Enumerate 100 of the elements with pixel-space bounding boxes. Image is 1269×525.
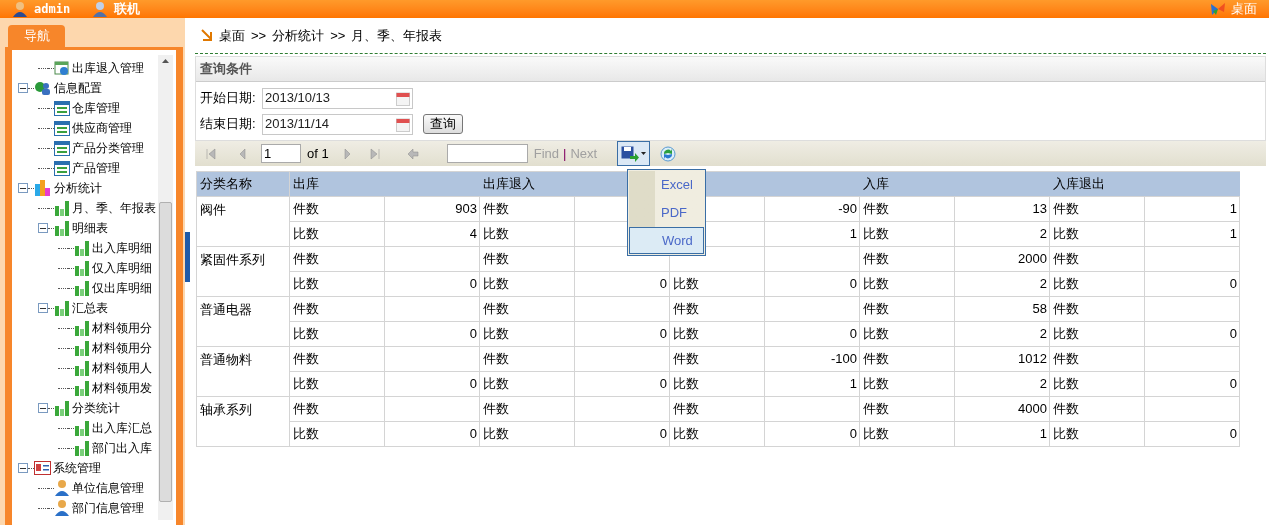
- bar-chart-icon: [54, 400, 70, 416]
- collapse-toggle[interactable]: [18, 183, 28, 193]
- save-icon: [621, 145, 640, 162]
- query-button[interactable]: 查询: [423, 114, 463, 134]
- collapse-toggle[interactable]: [18, 83, 28, 93]
- tree-item[interactable]: 材料领用发: [92, 379, 152, 397]
- category-name: 普通物料: [200, 352, 252, 367]
- table-value: 1: [849, 226, 857, 242]
- tree-item[interactable]: 仅出库明细: [92, 279, 152, 297]
- table-value: -100: [830, 351, 857, 367]
- tree-item[interactable]: 供应商管理: [72, 119, 132, 137]
- table-value: 0: [849, 276, 857, 292]
- table-value: -90: [838, 201, 857, 217]
- date-field[interactable]: 2013/10/13: [262, 87, 413, 109]
- tree-item[interactable]: 系统管理: [53, 459, 101, 477]
- tree-item[interactable]: 仓库管理: [72, 99, 120, 117]
- row-label: 件数: [293, 351, 319, 367]
- bar-chart-icon: [74, 260, 90, 276]
- user-icon: [54, 479, 70, 497]
- column-header: 出库退入: [482, 176, 535, 192]
- scrollbar[interactable]: [158, 55, 173, 520]
- tree-item[interactable]: 单位信息管理: [72, 479, 144, 497]
- tree-item[interactable]: 产品管理: [72, 159, 120, 177]
- row-label: 比数: [293, 376, 319, 392]
- refresh-icon[interactable]: [660, 145, 677, 162]
- tree-item[interactable]: 信息配置: [54, 79, 102, 97]
- category-name: 紧固件系列: [200, 252, 265, 267]
- category-name: 阀件: [200, 202, 226, 217]
- bar-chart-icon: [74, 320, 90, 336]
- row-label: 比数: [483, 226, 509, 242]
- column-header: 出库: [293, 176, 319, 192]
- table-value: 0: [469, 326, 477, 342]
- back-arrow-icon[interactable]: [406, 147, 419, 160]
- row-label: 件数: [293, 251, 319, 267]
- row-label: 比数: [293, 276, 319, 292]
- row-label: 件数: [863, 401, 889, 417]
- tree-item[interactable]: 材料领用人: [92, 359, 152, 377]
- tree-item[interactable]: 明细表: [72, 219, 108, 237]
- tree-item[interactable]: 分类统计: [72, 399, 120, 417]
- row-label: 件数: [1053, 301, 1079, 317]
- scrollbar-thumb[interactable]: [159, 202, 172, 502]
- row-label: 件数: [863, 351, 889, 367]
- breadcrumb-link[interactable]: 月、季、年报表: [351, 25, 443, 46]
- separator: |: [563, 144, 567, 163]
- row-label: 比数: [483, 426, 509, 442]
- scroll-up-icon[interactable]: [162, 59, 169, 63]
- bar-chart-icon: [74, 340, 90, 356]
- table-value: 0: [659, 326, 667, 342]
- table-value: 0: [659, 376, 667, 392]
- collapse-toggle[interactable]: [38, 223, 48, 233]
- table-value: 903: [455, 201, 477, 217]
- splitter-handle[interactable]: [185, 231, 190, 282]
- table-value: 1: [1229, 226, 1237, 242]
- row-label: 件数: [483, 251, 509, 267]
- collapse-toggle[interactable]: [38, 403, 48, 413]
- row-label: 比数: [483, 376, 509, 392]
- tree-item[interactable]: 汇总表: [72, 299, 108, 317]
- people-icon: [34, 80, 52, 96]
- table-icon: [54, 120, 70, 136]
- calendar-icon[interactable]: [396, 116, 410, 132]
- row-label: 比数: [483, 326, 509, 342]
- export-button[interactable]: [617, 141, 651, 166]
- table-value: 2: [1039, 226, 1047, 242]
- table-value: 0: [659, 426, 667, 442]
- menu-item[interactable]: Word: [629, 227, 704, 254]
- row-label: 比数: [673, 326, 699, 342]
- tree-item[interactable]: 出入库汇总: [92, 419, 152, 437]
- page-field[interactable]: 1: [261, 144, 301, 163]
- row-label: 件数: [1053, 351, 1079, 367]
- date-field[interactable]: 2013/11/14: [262, 113, 413, 135]
- breadcrumb-link[interactable]: 分析统计: [272, 25, 325, 46]
- tree-item[interactable]: 材料领用分: [92, 339, 152, 357]
- find-field[interactable]: [446, 144, 528, 163]
- tree-item[interactable]: 分析统计: [54, 179, 102, 197]
- row-label: 比数: [673, 426, 699, 442]
- row-label: 比数: [293, 426, 319, 442]
- tree-item[interactable]: 部门出入库: [92, 439, 152, 457]
- row-label: 件数: [863, 251, 889, 267]
- user-icon: [92, 1, 109, 17]
- table-value: 0: [469, 376, 477, 392]
- tree-item[interactable]: 材料领用分: [92, 319, 152, 337]
- row-label: 比数: [673, 376, 699, 392]
- row-label: 件数: [1053, 201, 1079, 217]
- row-label: 比数: [293, 326, 319, 342]
- calendar-icon[interactable]: [396, 90, 410, 106]
- table-value: 1: [1229, 201, 1237, 217]
- tree-item[interactable]: 产品分类管理: [72, 139, 144, 157]
- breadcrumb-link[interactable]: 桌面: [219, 25, 245, 46]
- bar-chart-icon: [54, 200, 70, 216]
- tree-item[interactable]: 月、季、年报表: [72, 199, 156, 217]
- tree-item[interactable]: 出库退入管理: [72, 59, 144, 77]
- row-label: 件数: [673, 301, 699, 317]
- collapse-toggle[interactable]: [18, 463, 28, 473]
- row-label: 比数: [863, 276, 889, 292]
- tree-item[interactable]: 部门信息管理: [72, 499, 144, 517]
- tree-item[interactable]: 出入库明细: [92, 239, 152, 257]
- row-label: 件数: [673, 351, 699, 367]
- page-count: of 1: [307, 144, 329, 163]
- tree-item[interactable]: 仅入库明细: [92, 259, 152, 277]
- collapse-toggle[interactable]: [38, 303, 48, 313]
